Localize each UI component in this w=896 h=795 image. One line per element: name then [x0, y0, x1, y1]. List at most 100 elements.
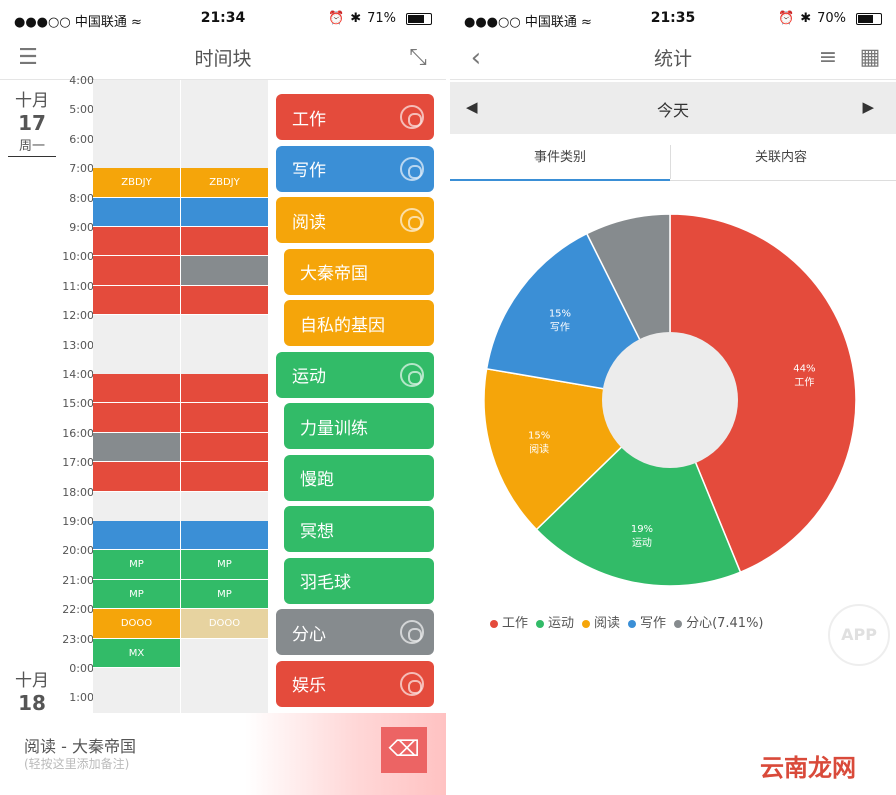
time-block[interactable]: [181, 374, 268, 404]
hour-label: 19:00: [62, 515, 94, 528]
category-button[interactable]: 写作: [276, 145, 434, 192]
category-button[interactable]: 大秦帝国: [284, 248, 434, 295]
time-block[interactable]: [181, 197, 268, 227]
note-hint[interactable]: (轻按这里添加备注): [24, 755, 129, 772]
category-label: 羽毛球: [300, 573, 351, 593]
note-bar[interactable]: 阅读 - 大秦帝国 (轻按这里添加备注) ⌫: [0, 713, 446, 795]
time-block[interactable]: MX: [93, 638, 180, 668]
battery-icon: [856, 12, 882, 25]
brand-watermark: 云南龙网: [760, 754, 856, 782]
time-block[interactable]: DOOO: [181, 609, 268, 639]
category-label: 冥想: [300, 521, 334, 542]
tab-related-content[interactable]: 关联内容: [671, 143, 891, 181]
date-day: 17: [18, 111, 46, 135]
calendar-icon[interactable]: ▦: [856, 44, 884, 72]
time-block[interactable]: [93, 197, 180, 227]
time-block[interactable]: [181, 256, 268, 286]
link-icon[interactable]: [400, 156, 424, 181]
next-day-icon[interactable]: ▶: [862, 98, 874, 116]
time-block[interactable]: DOOO: [93, 609, 180, 639]
time-block[interactable]: MP: [93, 550, 180, 580]
tab-event-category[interactable]: 事件类别: [450, 143, 670, 181]
category-button[interactable]: 力量训练: [284, 403, 434, 449]
time-block[interactable]: ZBDJY: [93, 168, 180, 198]
time-block[interactable]: [181, 403, 268, 433]
status-icons: ⏰ ✱ 70%: [778, 11, 882, 26]
page-title: 时间块: [194, 48, 252, 70]
hour-label: 6:00: [69, 132, 94, 146]
time-block[interactable]: [181, 521, 268, 551]
legend-label: 阅读: [594, 616, 621, 631]
time-block[interactable]: [93, 521, 180, 551]
category-label: 工作: [292, 109, 326, 130]
time-block[interactable]: [93, 285, 180, 316]
legend-item: 工作: [490, 612, 528, 631]
date-month: 十月: [15, 671, 49, 691]
link-icon[interactable]: [400, 671, 424, 696]
time-block[interactable]: [93, 227, 180, 257]
stats-screen: ●●●○○ 中国联通 ≈ 21:35 ⏰ ✱ 70% ‹ 统计 ≡ ▦ ◀ 今天…: [450, 0, 896, 795]
link-icon[interactable]: [400, 105, 424, 129]
hour-label: 9:00: [69, 221, 94, 234]
eraser-icon: ⌫: [388, 737, 420, 762]
time-block[interactable]: [93, 462, 180, 492]
legend-dot-icon: [674, 619, 683, 628]
category-button[interactable]: 阅读: [276, 197, 434, 243]
time-block[interactable]: MP: [181, 579, 268, 610]
hour-label: 20:00: [62, 544, 94, 558]
hour-label: 13:00: [62, 338, 94, 352]
eraser-button[interactable]: ⌫: [381, 727, 427, 773]
legend-item: 分心(7.41%): [674, 612, 764, 631]
category-label: 慢跑: [300, 470, 334, 490]
time-block[interactable]: [181, 227, 268, 257]
battery-icon: [406, 12, 432, 25]
alarm-icon: ⏰: [328, 11, 345, 26]
time-block[interactable]: [93, 432, 180, 463]
time-block[interactable]: [93, 403, 180, 433]
time-block[interactable]: MP: [93, 579, 180, 610]
category-button[interactable]: 慢跑: [284, 454, 434, 501]
nav-bar: ‹ 统计 ≡ ▦: [450, 36, 896, 80]
time-block[interactable]: [93, 374, 180, 404]
hour-label: 14:00: [62, 368, 94, 381]
category-label: 自私的基因: [300, 315, 385, 336]
category-button[interactable]: 自私的基因: [284, 300, 434, 346]
category-button[interactable]: 分心: [276, 609, 434, 655]
category-button[interactable]: 娱乐: [276, 660, 434, 707]
link-icon[interactable]: [400, 208, 424, 232]
hour-label: 23:00: [62, 632, 94, 646]
legend-label: 写作: [640, 616, 667, 631]
time-block[interactable]: MP: [181, 550, 268, 580]
bluetooth-icon: ✱: [800, 11, 812, 26]
chart-legend: 工作 运动 阅读 写作 分心(7.41%): [490, 612, 764, 631]
slice-percent-label: 19%: [631, 524, 653, 535]
category-label: 阅读: [292, 212, 326, 233]
date-selector: ◀ 今天 ▶: [450, 82, 896, 134]
category-button[interactable]: 运动: [276, 351, 434, 398]
hour-label: 17:00: [62, 456, 94, 470]
category-button[interactable]: 羽毛球: [284, 557, 434, 604]
time-block[interactable]: [181, 432, 268, 463]
time-block[interactable]: [181, 462, 268, 492]
battery-percent: 71%: [367, 11, 396, 26]
time-block[interactable]: [93, 256, 180, 286]
category-label: 写作: [292, 161, 326, 181]
category-button[interactable]: 冥想: [284, 506, 434, 552]
current-activity: 阅读 - 大秦帝国: [24, 737, 136, 756]
battery-percent: 70%: [817, 11, 846, 26]
time-grid[interactable]: ZBDJY ZBDJY MP MP MP MP DOOO DOOO MX: [93, 80, 268, 715]
time-block[interactable]: [181, 285, 268, 316]
link-icon[interactable]: [400, 620, 424, 644]
date-block: 十月 17 周一: [8, 86, 56, 157]
category-button[interactable]: 工作: [276, 94, 434, 140]
date-month: 十月: [15, 91, 49, 111]
collapse-icon[interactable]: ⤡: [404, 44, 432, 72]
link-icon[interactable]: [400, 362, 424, 387]
hour-label: 21:00: [62, 573, 94, 587]
time-block[interactable]: ZBDJY: [181, 168, 268, 198]
list-icon[interactable]: ≡: [814, 44, 842, 72]
legend-dot-icon: [582, 619, 591, 628]
category-label: 运动: [292, 367, 326, 387]
hour-labels: 4:00 5:00 6:00 7:00 8:00 9:00 10:00 11:00 12:00 1…: [60, 74, 94, 715]
hour-label: 8:00: [69, 191, 94, 205]
